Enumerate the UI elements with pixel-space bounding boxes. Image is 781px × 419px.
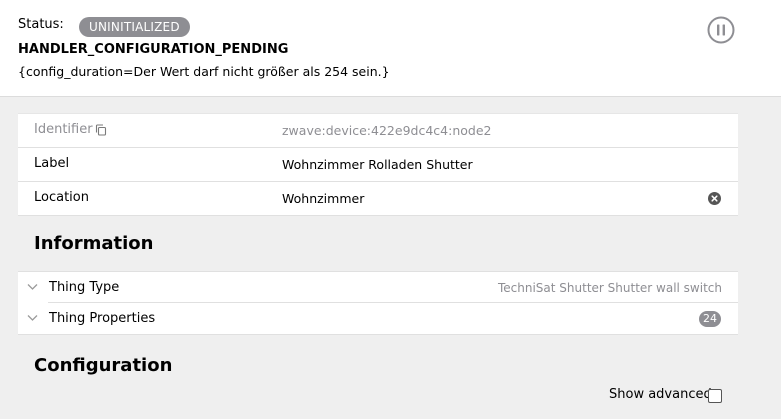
status-label: Status: [18, 17, 64, 32]
copy-icon[interactable] [95, 124, 107, 136]
clear-icon[interactable] [708, 192, 721, 205]
thing-type-label: Thing Type [49, 280, 120, 295]
thing-type-value: TechniSat Shutter Shutter wall switch [497, 281, 722, 295]
thing-type-row[interactable]: Thing Type TechniSat Shutter Shutter wal… [18, 272, 738, 303]
identifier-label: Identifier [34, 122, 93, 137]
status-panel: Status: UNINITIALIZED HANDLER_CONFIGURAT… [0, 0, 781, 97]
status-badge: UNINITIALIZED [79, 17, 190, 37]
label-field[interactable]: Wohnzimmer Rolladen Shutter [282, 157, 473, 172]
identifier-row: Identifier zwave:device:422e9dc4c4:node2 [18, 114, 738, 148]
configuration-heading: Configuration [34, 355, 173, 376]
thing-properties-row[interactable]: Thing Properties 24 [18, 303, 738, 335]
show-advanced-label[interactable]: Show advanced [609, 387, 712, 402]
identifier-value: zwave:device:422e9dc4c4:node2 [282, 123, 492, 138]
show-advanced-checkbox[interactable] [708, 389, 722, 403]
label-row[interactable]: Label Wohnzimmer Rolladen Shutter [18, 148, 738, 182]
chevron-down-icon [27, 315, 38, 321]
thing-properties-count: 24 [699, 311, 721, 327]
pause-button[interactable] [707, 16, 735, 44]
location-row[interactable]: Location Wohnzimmer [18, 182, 738, 216]
thing-properties-label: Thing Properties [49, 311, 156, 326]
information-heading: Information [34, 233, 154, 254]
status-message: {config_duration=Der Wert darf nicht grö… [18, 64, 390, 79]
status-detail: HANDLER_CONFIGURATION_PENDING [18, 42, 289, 57]
label-label: Label [34, 156, 70, 171]
information-list: Thing Type TechniSat Shutter Shutter wal… [18, 271, 738, 335]
location-field[interactable]: Wohnzimmer [282, 191, 364, 206]
pause-circle-icon [707, 16, 735, 44]
location-label: Location [34, 190, 89, 205]
chevron-down-icon [27, 284, 38, 290]
thing-properties-list: Identifier zwave:device:422e9dc4c4:node2… [18, 113, 738, 216]
